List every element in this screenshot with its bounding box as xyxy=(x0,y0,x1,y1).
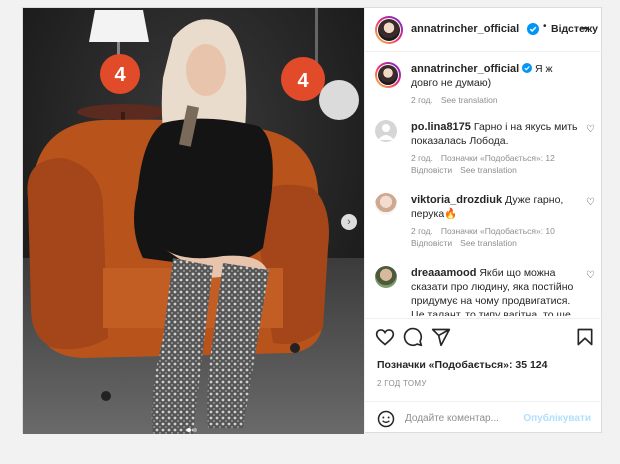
comment-likes[interactable]: Позначки «Подобається»: 12 xyxy=(441,153,555,163)
see-translation-link[interactable]: See translation xyxy=(460,165,517,175)
comment-input[interactable]: Додайте коментар... xyxy=(405,413,499,424)
verified-icon xyxy=(522,63,533,73)
action-bar: Позначки «Подобається»: 35 124 2 ГОД ТОМ… xyxy=(365,318,603,435)
post-details-panel: annatrincher_official • Відстежу ••• ann… xyxy=(364,8,603,434)
comment-username[interactable]: po.lina8175 xyxy=(411,121,471,133)
follow-button[interactable]: Відстежу xyxy=(551,23,598,35)
separator-dot: • xyxy=(543,21,547,32)
post-card: 4 4 › annatrincher_official • Відстежу •… xyxy=(22,7,603,434)
likes-count[interactable]: Позначки «Подобається»: 35 124 xyxy=(377,359,547,371)
comment-likes[interactable]: Позначки «Подобається»: 10 xyxy=(441,226,555,236)
heart-icon[interactable]: ♡ xyxy=(586,270,595,281)
comment-username[interactable]: dreaaamood xyxy=(411,267,476,279)
comment-icon[interactable] xyxy=(403,327,423,347)
comment-item: dreaaamood Якби що можна сказати про люд… xyxy=(375,266,597,316)
verified-icon xyxy=(527,23,539,35)
avatar[interactable] xyxy=(375,16,403,44)
emoji-icon[interactable] xyxy=(377,410,395,428)
author-username[interactable]: annatrincher_official xyxy=(411,23,519,35)
avatar[interactable] xyxy=(375,62,401,88)
next-slide-button[interactable]: › xyxy=(341,214,357,230)
caption-username[interactable]: annatrincher_official xyxy=(411,63,519,75)
reply-button[interactable]: Відповісти xyxy=(411,238,452,248)
photo-illustration: 4 4 xyxy=(23,8,364,434)
post-header: annatrincher_official • Відстежу ••• xyxy=(365,8,603,52)
comment-time: 2 год. xyxy=(411,153,433,163)
bookmark-icon[interactable] xyxy=(575,327,595,347)
reply-button[interactable]: Відповісти xyxy=(411,165,452,175)
post-comment-button[interactable]: Опублікувати xyxy=(523,413,591,424)
post-image[interactable]: 4 4 › xyxy=(23,8,364,434)
heart-icon[interactable]: ♡ xyxy=(586,124,595,135)
comment-username[interactable]: viktoria_drozdiuk xyxy=(411,194,502,206)
comment-time: 2 год. xyxy=(411,226,433,236)
caption-time: 2 год. xyxy=(411,95,433,105)
see-translation-link[interactable]: See translation xyxy=(460,238,517,248)
carousel-indicator xyxy=(186,419,198,434)
sign-left-text: 4 xyxy=(114,64,126,86)
post-time[interactable]: 2 ГОД ТОМУ xyxy=(377,379,427,388)
avatar[interactable] xyxy=(375,266,397,288)
heart-icon[interactable] xyxy=(375,327,395,347)
sign-right-text: 4 xyxy=(297,70,309,92)
heart-icon[interactable]: ♡ xyxy=(586,197,595,208)
share-icon[interactable] xyxy=(431,327,451,347)
chevron-right-icon: › xyxy=(347,216,351,228)
default-avatar-icon xyxy=(378,124,394,140)
see-translation-link[interactable]: See translation xyxy=(441,95,498,105)
more-icon[interactable]: ••• xyxy=(581,23,589,33)
avatar[interactable] xyxy=(375,120,397,142)
add-comment-bar: Додайте коментар... Опублікувати xyxy=(365,401,603,436)
avatar[interactable] xyxy=(375,193,397,215)
